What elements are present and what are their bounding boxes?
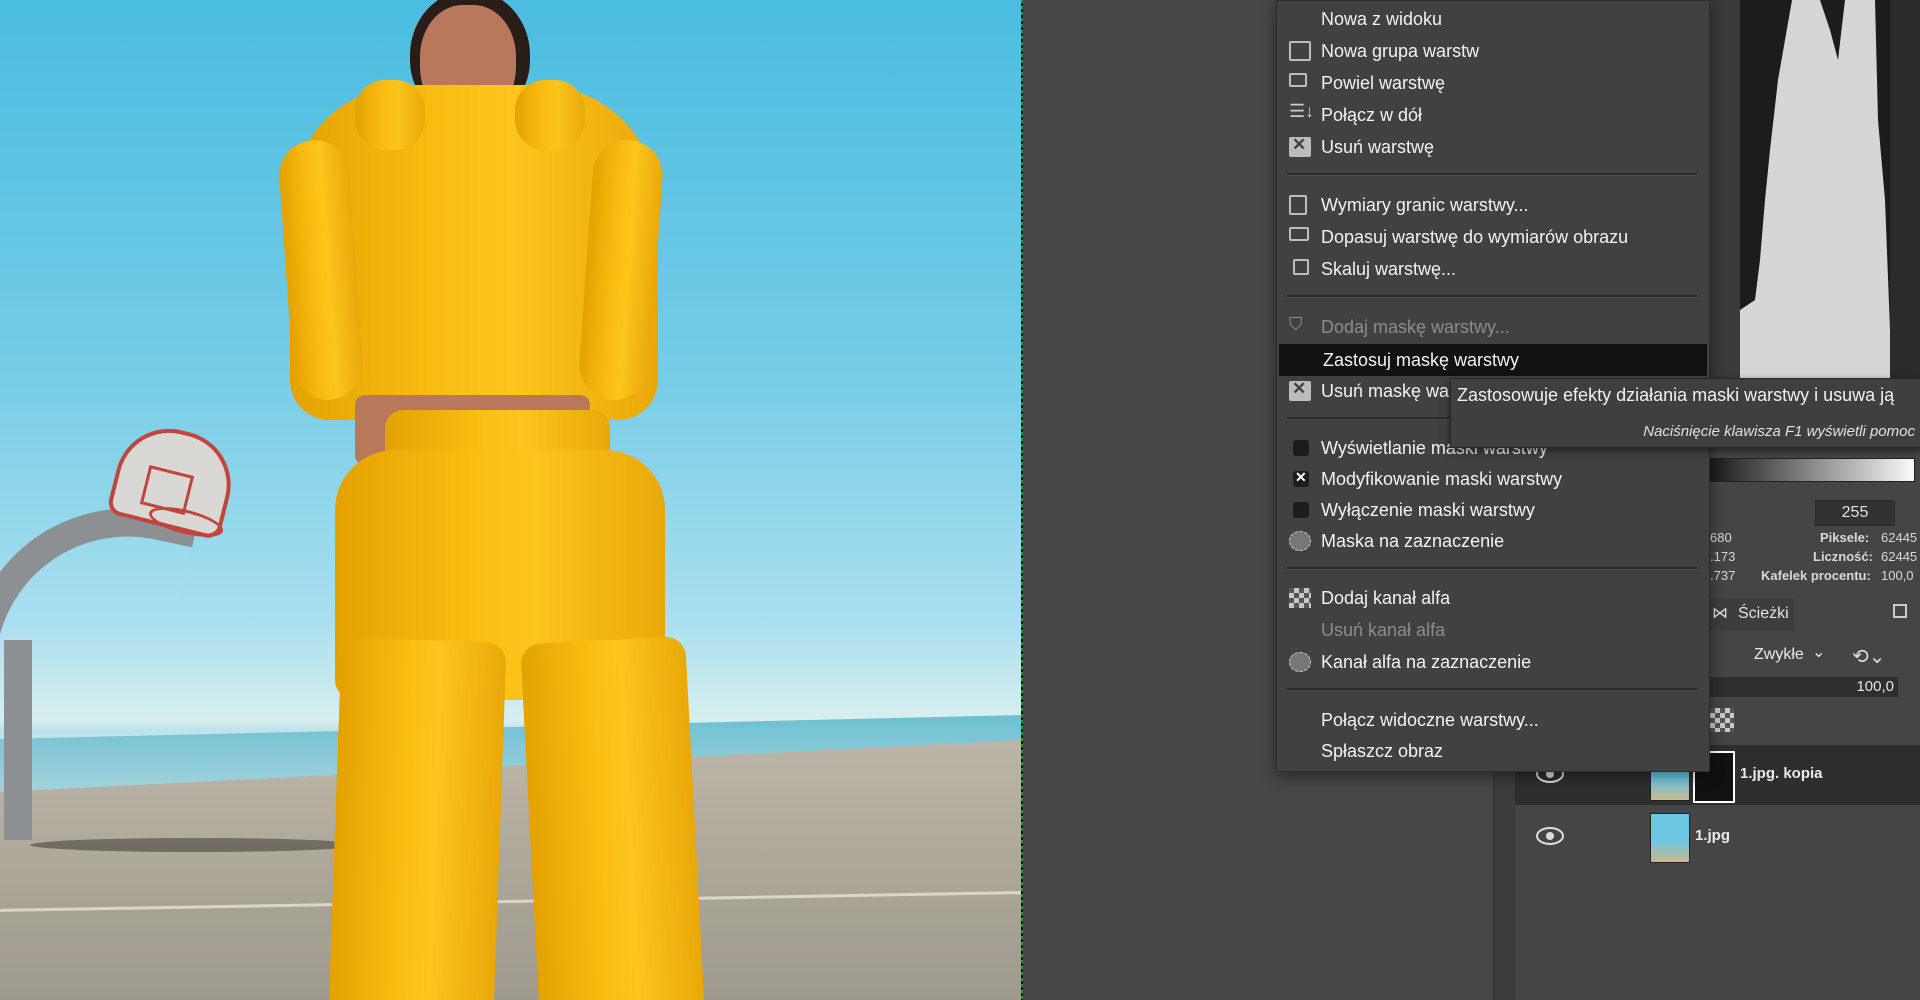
menu-item-label: Spłaszcz obraz (1321, 741, 1444, 761)
stat-value-percent: 100,0 (1881, 568, 1914, 583)
menu-item-layer-boundary-size[interactable]: Wymiary granic warstwy... (1277, 189, 1709, 221)
layer-to-image-size-icon (1289, 227, 1309, 241)
duplicate-layer-icon (1289, 73, 1307, 87)
menu-item-label: Dopasuj warstwę do wymiarów obrazu (1321, 227, 1629, 247)
tooltip: Zastosowuje efekty działania maski warst… (1450, 378, 1920, 448)
alpha-icon (1289, 588, 1311, 608)
menu-separator (1287, 688, 1697, 691)
menu-item-label: Nowa z widoku (1321, 9, 1443, 29)
menu-item-delete-layer[interactable]: Usuń warstwę (1277, 131, 1709, 163)
checkbox[interactable] (1293, 469, 1309, 487)
menu-item-label: Połącz widoczne warstwy... (1321, 710, 1539, 730)
stat-left-3: .737 (1710, 568, 1736, 583)
layer-name: 1.jpg (1695, 827, 1731, 844)
histogram-gradient-bar (1710, 458, 1915, 482)
menu-item-apply-layer-mask[interactable]: Zastosuj maskę warstwy (1279, 344, 1707, 376)
menu-item-merge-down[interactable]: ☰↓ Połącz w dół (1277, 99, 1709, 131)
stat-value-count: 62445 (1881, 549, 1918, 564)
menu-item-merge-visible-layers[interactable]: Połącz widoczne warstwy... (1277, 704, 1709, 736)
menu-item-label: Powiel warstwę (1321, 73, 1446, 93)
menu-item-add-layer-mask[interactable]: ⛉ Dodaj maskę warstwy... (1277, 311, 1709, 343)
menu-item-label: Kanał alfa na zaznaczenie (1321, 652, 1532, 672)
alpha-to-selection-icon (1289, 652, 1311, 672)
menu-item-label: Skaluj warstwę... (1321, 259, 1457, 279)
stat-left-2: .173 (1710, 549, 1736, 564)
layer-mode-select[interactable]: Zwykłe ⌄ (1710, 640, 1826, 670)
menu-item-label: Dodaj maskę warstwy... (1321, 317, 1510, 337)
dock-separator[interactable] (1493, 750, 1516, 1000)
mask-to-selection-icon (1289, 531, 1311, 551)
image-canvas[interactable] (0, 0, 1022, 1000)
menu-item-label: Usuń kanał alfa (1321, 620, 1446, 640)
eye-icon[interactable] (1535, 825, 1565, 847)
paths-icon: ⋈ (1712, 605, 1728, 622)
menu-item-edit-layer-mask[interactable]: Modyfikowanie maski warstwy (1277, 463, 1709, 495)
mode-reset-icon[interactable]: ⟲⌄ (1852, 644, 1886, 669)
layer-boundary-icon (1289, 195, 1307, 215)
tab-paths[interactable]: ⋈ Ścieżki (1708, 598, 1794, 630)
histogram (1700, 0, 1920, 380)
range-max-input[interactable]: 255 (1815, 500, 1895, 526)
mode-label: Zwykłe (1754, 646, 1804, 663)
menu-item-label: Nowa grupa warstw (1321, 41, 1480, 61)
new-layer-group-icon (1289, 41, 1311, 61)
menu-item-new-from-visible[interactable]: Nowa z widoku (1277, 3, 1709, 35)
menu-item-label: Dodaj kanał alfa (1321, 588, 1451, 608)
lock-alpha-icon[interactable] (1710, 708, 1734, 732)
opacity-slider[interactable]: 100,0 (1710, 677, 1898, 697)
menu-item-new-layer-group[interactable]: Nowa grupa warstw (1277, 35, 1709, 67)
stat-label-percent: Kafelek procentu: (1761, 568, 1871, 583)
stat-value-pixels: 62445 (1881, 530, 1918, 545)
menu-item-label: Modyfikowanie maski warstwy (1321, 469, 1563, 489)
menu-item-remove-alpha-channel[interactable]: Usuń kanał alfa (1277, 614, 1709, 646)
menu-item-label: Maska na zaznaczenie (1321, 531, 1505, 551)
layer-name: 1.jpg. kopia (1740, 765, 1823, 782)
delete-icon (1289, 379, 1311, 401)
stat-label-count: Liczność: (1813, 549, 1873, 564)
menu-item-disable-layer-mask[interactable]: Wyłączenie maski warstwy (1277, 494, 1709, 526)
histogram-plot (1700, 0, 1920, 380)
chevron-down-icon: ⌄ (1812, 644, 1826, 661)
layer-thumbnail (1650, 813, 1690, 863)
merge-down-icon: ☰↓ (1289, 101, 1315, 121)
checkbox[interactable] (1293, 502, 1309, 518)
dock-menu-icon[interactable] (1893, 604, 1907, 618)
menu-item-duplicate-layer[interactable]: Powiel warstwę (1277, 67, 1709, 99)
menu-item-mask-to-selection[interactable]: Maska na zaznaczenie (1277, 525, 1709, 557)
layer-row[interactable]: 1.jpg (1515, 807, 1920, 867)
delete-icon (1289, 135, 1311, 157)
pole-shadow (30, 838, 360, 852)
menu-separator (1287, 173, 1697, 176)
menu-item-label: Zastosuj maskę warstwy (1323, 350, 1520, 370)
tooltip-text: Zastosowuje efekty działania maski warst… (1457, 385, 1895, 405)
menu-item-scale-layer[interactable]: Skaluj warstwę... (1277, 253, 1709, 285)
menu-item-layer-to-image-size[interactable]: Dopasuj warstwę do wymiarów obrazu (1277, 221, 1709, 253)
menu-item-add-alpha-channel[interactable]: Dodaj kanał alfa (1277, 582, 1709, 614)
checkbox[interactable] (1293, 440, 1309, 456)
scale-layer-icon (1293, 259, 1309, 275)
menu-item-flatten-image[interactable]: Spłaszcz obraz (1277, 735, 1709, 767)
tooltip-hint: Naciśnięcie klawisza F1 wyświetli pomoc (1643, 423, 1915, 440)
menu-separator (1287, 567, 1697, 570)
tab-paths-label: Ścieżki (1738, 605, 1789, 622)
add-mask-icon: ⛉ (1289, 314, 1303, 334)
menu-item-alpha-to-selection[interactable]: Kanał alfa na zaznaczenie (1277, 646, 1709, 678)
menu-item-label: Usuń warstwę (1321, 137, 1435, 157)
stat-label-pixels: Piksele: (1820, 530, 1870, 545)
menu-separator (1287, 295, 1697, 298)
stat-left-1: 680 (1710, 530, 1732, 545)
menu-item-label: Wyłączenie maski warstwy (1321, 500, 1535, 520)
menu-item-label: Wymiary granic warstwy... (1321, 195, 1529, 215)
menu-item-label: Połącz w dół (1321, 105, 1423, 125)
